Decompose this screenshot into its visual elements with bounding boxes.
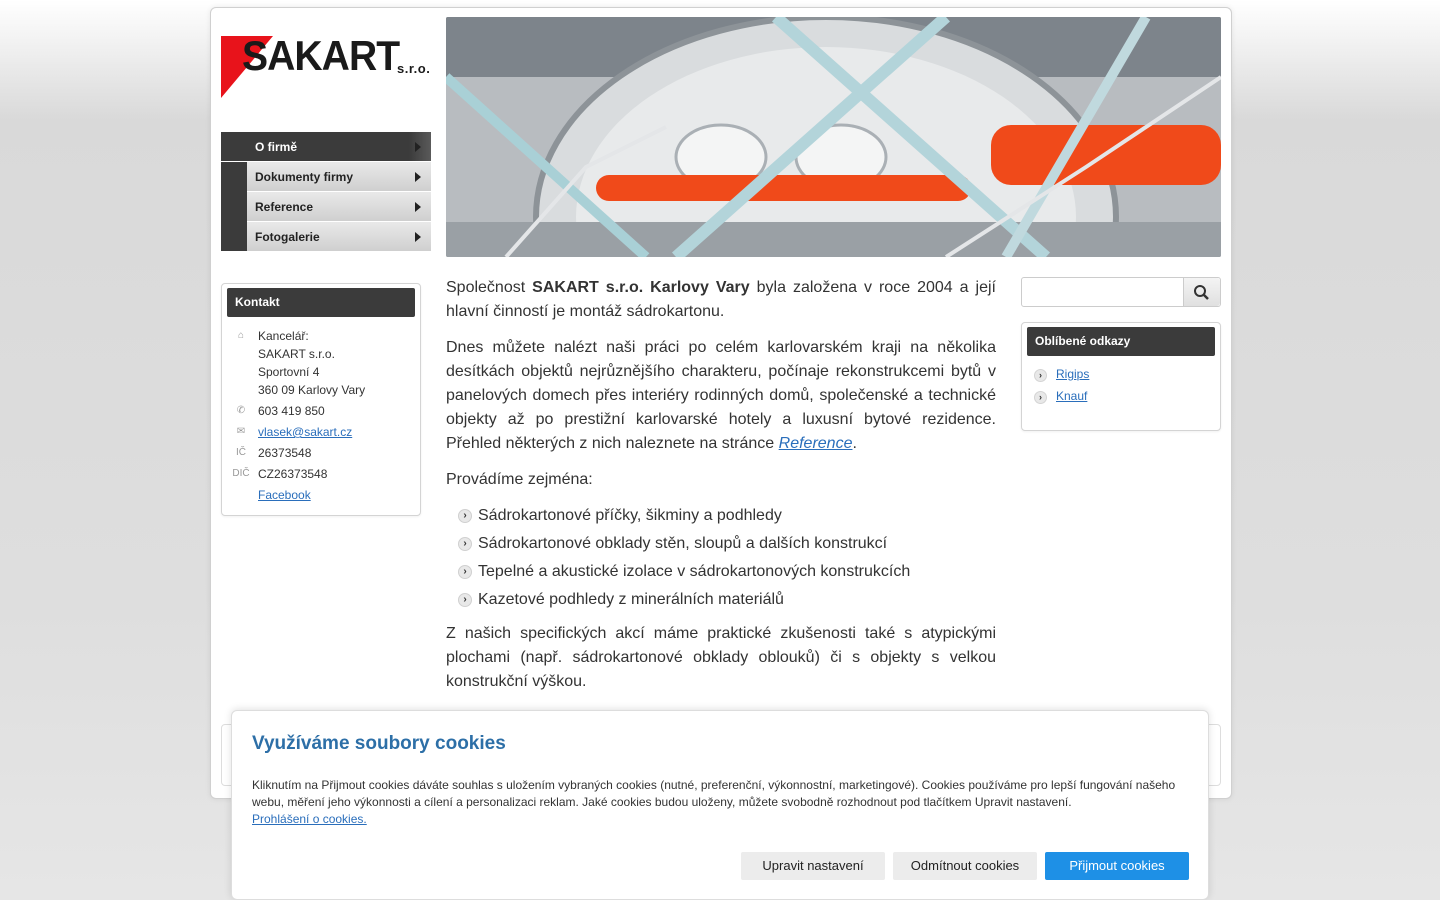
search-icon — [1194, 285, 1209, 300]
phone-icon: ✆ — [236, 405, 246, 416]
page-container: SAKART s.r.o. O firmě Dokumenty firmy Re… — [210, 7, 1232, 799]
list-item: › Sádrokartonové příčky, šikminy a podhle… — [446, 504, 996, 528]
chevron-right-icon: › — [1034, 369, 1047, 382]
menu-item-label: Fotogalerie — [255, 230, 320, 244]
company-name-bold: SAKART s.r.o. Karlovy Vary — [532, 279, 750, 296]
chevron-right-icon: › — [458, 509, 472, 523]
list-item: › Tepelné a akustické izolace v sádrokart… — [446, 560, 996, 584]
chevron-right-icon — [415, 142, 421, 152]
search-button[interactable] — [1183, 278, 1220, 306]
header-banner-image — [446, 17, 1221, 257]
chevron-right-icon: › — [458, 537, 472, 551]
phone-number: 603 419 850 — [258, 404, 325, 418]
cookie-banner: Využíváme soubory cookies Kliknutím na P… — [231, 710, 1209, 900]
address-office-label: Kancelář: — [258, 329, 309, 343]
contact-box: Kontakt ⌂ Kancelář: SAKART s.r.o. Sporto… — [221, 283, 421, 516]
menu-item-o-firme[interactable]: O firmě — [221, 132, 431, 162]
mail-icon: ✉ — [236, 426, 246, 437]
rigips-link[interactable]: Rigips — [1056, 367, 1089, 381]
ic-label: IČ — [236, 447, 246, 458]
address-city: 360 09 Karlovy Vary — [258, 383, 366, 397]
logo-suffix: s.r.o. — [397, 61, 431, 76]
list-item: › Kazetové podhledy z minerálních materiá… — [446, 588, 996, 612]
chevron-right-icon: › — [458, 565, 472, 579]
menu-item-reference[interactable]: Reference — [247, 192, 431, 222]
list-item: › Sádrokartonové obklady stěn, sloupů a d… — [446, 532, 996, 556]
chevron-right-icon: › — [458, 593, 472, 607]
search-input[interactable] — [1024, 280, 1183, 304]
chevron-right-icon — [415, 202, 421, 212]
main-content: Společnost SAKART s.r.o. Karlovy Vary by… — [446, 276, 996, 706]
logo-wordmark: SAKART — [242, 32, 400, 79]
logo[interactable]: SAKART s.r.o. — [221, 32, 430, 100]
services-intro: Provádíme zejména: — [446, 471, 593, 488]
cookie-settings-button[interactable]: Upravit nastavení — [741, 852, 885, 880]
cookie-description: Kliknutím na Přijmout cookies dáváte sou… — [252, 778, 1176, 809]
favorite-links-title: Oblíbené odkazy — [1027, 327, 1215, 356]
list-item-text: Sádrokartonové příčky, šikminy a podhled… — [478, 507, 782, 524]
cookie-reject-button[interactable]: Odmítnout cookies — [893, 852, 1037, 880]
home-icon: ⌂ — [237, 330, 245, 341]
banner-illustration — [446, 17, 1221, 257]
cookie-title: Využíváme soubory cookies — [252, 733, 506, 754]
search-box — [1021, 277, 1221, 307]
main-menu: O firmě Dokumenty firmy Reference Fotoga… — [221, 132, 431, 251]
address-company: SAKART s.r.o. — [258, 347, 335, 361]
address-street: Sportovní 4 — [258, 365, 320, 379]
intro-paragraph: Společnost SAKART s.r.o. Karlovy Vary by… — [446, 276, 996, 324]
menu-item-dokumenty[interactable]: Dokumenty firmy — [247, 162, 431, 192]
chevron-right-icon — [415, 172, 421, 182]
menu-item-fotogalerie[interactable]: Fotogalerie — [247, 222, 431, 251]
menu-item-label: Reference — [255, 200, 314, 214]
facebook-link[interactable]: Facebook — [258, 486, 311, 504]
intro-text-start: Společnost — [446, 279, 533, 296]
contact-title: Kontakt — [227, 288, 415, 317]
cookie-accept-button[interactable]: Přijmout cookies — [1045, 852, 1189, 880]
services-list: › Sádrokartonové příčky, šikminy a podhle… — [446, 504, 996, 612]
cookie-text-block: Kliknutím na Přijmout cookies dáváte sou… — [252, 777, 1192, 828]
list-item-text: Kazetové podhledy z minerálních materiál… — [478, 591, 784, 608]
list-item-text: Tepelné a akustické izolace v sádrokarto… — [478, 563, 911, 580]
reference-link[interactable]: Reference — [779, 435, 853, 452]
menu-item-label: Dokumenty firmy — [255, 170, 354, 184]
description-paragraph: Dnes můžete nalézt naši práci po celém k… — [446, 336, 996, 456]
knauf-link[interactable]: Knauf — [1056, 389, 1087, 403]
chevron-right-icon — [415, 232, 421, 242]
description-text: Dnes můžete nalézt naši práci po celém k… — [446, 339, 996, 452]
ic-value: 26373548 — [258, 446, 312, 460]
favorite-links-box: Oblíbené odkazy › Rigips › Knauf — [1021, 322, 1221, 431]
menu-item-label: O firmě — [255, 140, 298, 154]
experience-paragraph: Z našich specifických akcí máme praktick… — [446, 625, 996, 690]
cookie-policy-link[interactable]: Prohlášení o cookies. — [252, 812, 367, 826]
dic-label: DIČ — [232, 468, 250, 479]
list-item-text: Sádrokartonové obklady stěn, sloupů a da… — [478, 535, 888, 552]
description-period: . — [852, 435, 857, 452]
email-link[interactable]: vlasek@sakart.cz — [258, 423, 352, 441]
dic-value: CZ26373548 — [258, 467, 328, 481]
chevron-right-icon: › — [1034, 391, 1047, 404]
